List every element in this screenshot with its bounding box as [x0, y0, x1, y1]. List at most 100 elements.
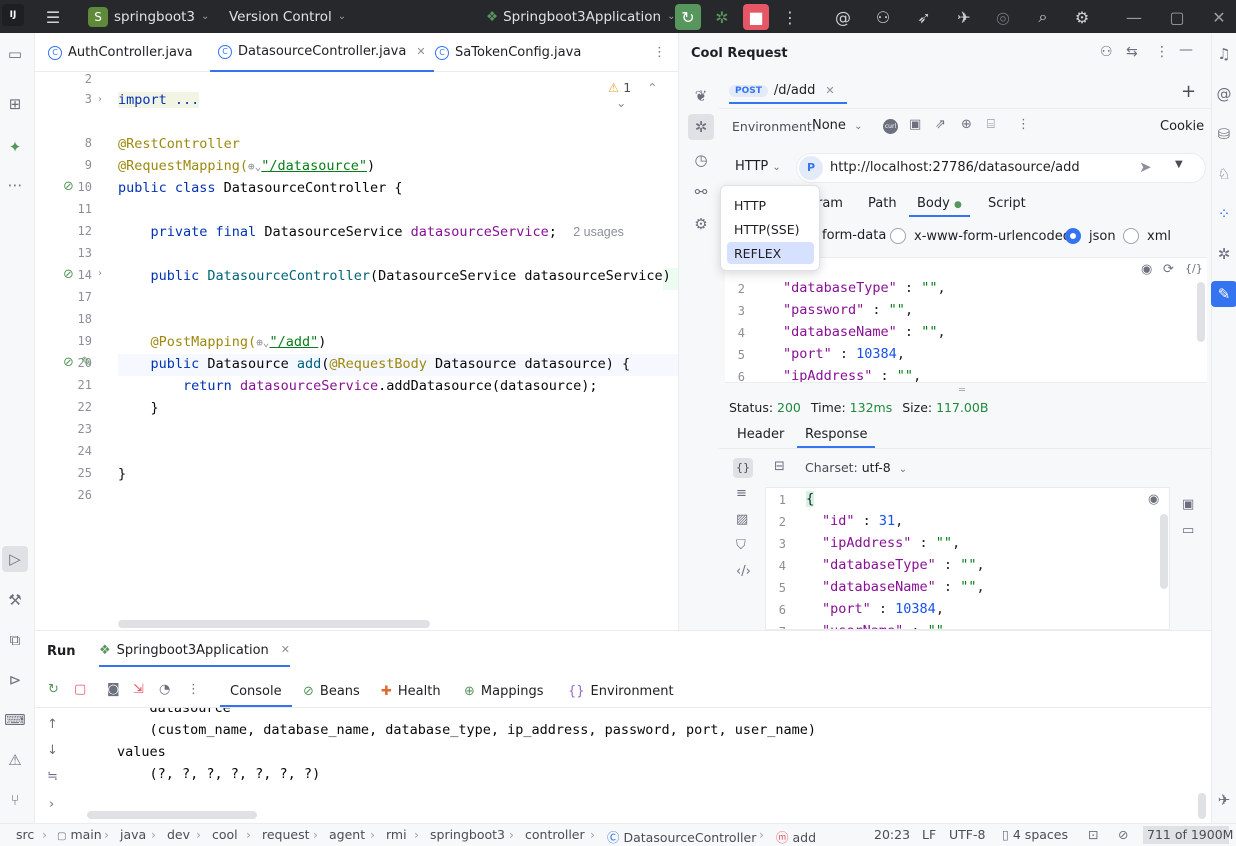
globe-icon[interactable]: ⊕⌄: [256, 336, 269, 349]
dropdown-option-reflex[interactable]: REFLEX: [727, 242, 814, 264]
no-issues-icon[interactable]: ⊘: [1118, 827, 1128, 842]
radio-json[interactable]: json: [1065, 228, 1116, 244]
more-icon[interactable]: ⋮: [1155, 44, 1169, 60]
image-view-icon[interactable]: ▨: [736, 512, 748, 527]
json-view-icon[interactable]: {}: [733, 458, 753, 478]
structure-icon[interactable]: ⊞: [2, 91, 28, 117]
tabs-more-icon[interactable]: ⋮: [653, 33, 666, 72]
debug-icon[interactable]: ✲: [709, 4, 735, 30]
usages-hint[interactable]: 2 usages: [573, 225, 624, 239]
add-request-icon[interactable]: +: [1181, 81, 1196, 102]
chevron-down-icon[interactable]: ⌄: [616, 95, 626, 110]
problems-icon[interactable]: ⚠: [2, 747, 28, 773]
send-icon[interactable]: ➤: [1139, 158, 1152, 176]
indent-setting[interactable]: ▯ 4 spaces: [1002, 827, 1068, 842]
tab-beans[interactable]: ⊘ Beans: [303, 677, 360, 705]
chevron-up-icon[interactable]: ⌃: [647, 80, 657, 95]
radio-form-data[interactable]: form-data: [822, 228, 886, 243]
horizontal-scrollbar[interactable]: [118, 620, 430, 628]
minimize-icon[interactable]: —: [1121, 4, 1147, 30]
curl-icon[interactable]: curl: [883, 119, 898, 134]
stop-icon[interactable]: ▢: [74, 682, 86, 697]
breadcrumb-main[interactable]: ▢ main: [57, 827, 102, 842]
more-icon[interactable]: ⋮: [777, 4, 803, 30]
tab-auth-controller[interactable]: C AuthController.java: [48, 33, 193, 72]
breadcrumb-request[interactable]: request: [262, 827, 310, 842]
console-output[interactable]: datasource (custom_name, database_name, …: [35, 708, 1211, 808]
notifications-icon[interactable]: ♫: [1211, 41, 1236, 67]
close-tab-icon[interactable]: ✕: [281, 643, 290, 665]
mapping-url[interactable]: "/datasource": [261, 158, 367, 174]
history-icon[interactable]: ◷: [688, 147, 714, 173]
cool-request-gutter-icon[interactable]: ✎: [81, 355, 92, 370]
tab-datasource-controller[interactable]: C DatasourceController.java ✕: [210, 33, 434, 72]
code-editor[interactable]: import ... @RestController @RequestMappi…: [118, 72, 678, 628]
bug-icon[interactable]: ✲: [688, 114, 714, 140]
tab-environment[interactable]: {} Environment: [568, 677, 674, 705]
settings-icon[interactable]: ⚙: [688, 211, 714, 237]
jrebel-icon[interactable]: ✦: [2, 134, 28, 160]
response-viewer[interactable]: ◉ 1 2 3 4 5 6 7 { "id" : 31, "ipAddress"…: [765, 487, 1170, 630]
save-icon[interactable]: ▣: [1182, 497, 1194, 512]
more-icon[interactable]: ⋮: [187, 682, 200, 697]
breadcrumb-src[interactable]: src: [16, 827, 34, 842]
spring-bean-icon[interactable]: ⊘: [63, 267, 74, 282]
tab-response[interactable]: Response: [797, 421, 876, 448]
bug-icon[interactable]: ✲: [1211, 241, 1236, 267]
cool-request-tool-icon[interactable]: ✈: [1211, 787, 1236, 813]
project-selector[interactable]: S springboot3 ⌄: [88, 0, 209, 33]
gradle-icon[interactable]: ♘: [1211, 161, 1236, 187]
plugin-icon[interactable]: ⁘: [1211, 201, 1236, 227]
body-editor[interactable]: ◉ ⟳ {/} 2 3 4 5 6 "databaseType" : "", "…: [725, 257, 1207, 384]
tab-header[interactable]: Header: [737, 427, 784, 442]
spring-bean-icon[interactable]: ⊘: [63, 179, 74, 194]
ai-assistant-icon[interactable]: @: [830, 4, 856, 30]
save-icon[interactable]: ▣: [909, 117, 921, 132]
breadcrumb-agent[interactable]: agent: [329, 827, 365, 842]
target-icon[interactable]: ⊕: [961, 117, 972, 132]
breadcrumb-cool[interactable]: cool: [212, 827, 238, 842]
deploy-icon[interactable]: ➶: [911, 4, 937, 30]
stop-icon[interactable]: ■: [743, 4, 769, 30]
lock-icon[interactable]: ⊡: [1088, 827, 1098, 842]
breadcrumb-springboot3[interactable]: springboot3: [430, 827, 505, 842]
eye-icon[interactable]: ◉: [1141, 262, 1152, 277]
radio-urlencoded[interactable]: x-www-form-urlencoded: [890, 228, 1071, 244]
refresh-icon[interactable]: ⟳: [1163, 262, 1174, 277]
tab-health[interactable]: ✚ Health: [381, 677, 441, 705]
run-config-tab[interactable]: ❖ Springboot3Application ✕: [99, 635, 290, 667]
fold-icon[interactable]: ›: [98, 94, 102, 105]
dropdown-option-http-sse[interactable]: HTTP(SSE): [727, 218, 814, 240]
sync-icon[interactable]: ⇆: [1126, 44, 1138, 60]
vertical-scrollbar[interactable]: [1198, 793, 1206, 819]
breadcrumb-class[interactable]: Ⓒ DatasourceController: [607, 827, 756, 846]
code-view-icon[interactable]: ‹/›: [736, 564, 751, 579]
rerun-icon[interactable]: ↻: [675, 4, 701, 30]
tab-param[interactable]: ram: [817, 196, 843, 211]
tab-console[interactable]: Console: [220, 677, 292, 707]
caret-position[interactable]: 20:23: [874, 827, 910, 842]
html-view-icon[interactable]: ⛉: [736, 538, 746, 553]
close-tab-icon[interactable]: ✕: [416, 45, 425, 58]
hide-panel-icon[interactable]: —: [1179, 42, 1193, 58]
maximize-icon[interactable]: ▢: [1164, 4, 1190, 30]
cookie-button[interactable]: Cookie: [1160, 119, 1204, 134]
more-tools-icon[interactable]: ⋯: [2, 172, 28, 198]
tree-view-icon[interactable]: ⊟: [774, 459, 785, 474]
search-icon[interactable]: ⌕: [1030, 4, 1056, 30]
close-icon[interactable]: ✕: [825, 84, 834, 97]
text-view-icon[interactable]: ≡: [736, 486, 747, 501]
run-config-selector[interactable]: ❖ Springboot3Application ⌄: [486, 0, 675, 33]
charset-selector[interactable]: Charset: utf-8 ⌄: [805, 460, 907, 475]
main-menu-icon[interactable]: ☰: [40, 4, 66, 30]
gear-icon[interactable]: ⚙: [1069, 4, 1095, 30]
gauge-icon[interactable]: ◔: [159, 682, 170, 697]
exit-icon[interactable]: ⇲: [133, 682, 144, 697]
splitter-handle[interactable]: ═: [959, 385, 965, 396]
breadcrumb-dev[interactable]: dev: [167, 827, 190, 842]
terminal-icon[interactable]: ⌨: [2, 707, 28, 733]
tab-path[interactable]: Path: [868, 196, 897, 211]
radio-xml[interactable]: xml: [1123, 228, 1171, 244]
vertical-scrollbar[interactable]: [1160, 514, 1168, 589]
link-icon[interactable]: ⚯: [688, 179, 714, 205]
